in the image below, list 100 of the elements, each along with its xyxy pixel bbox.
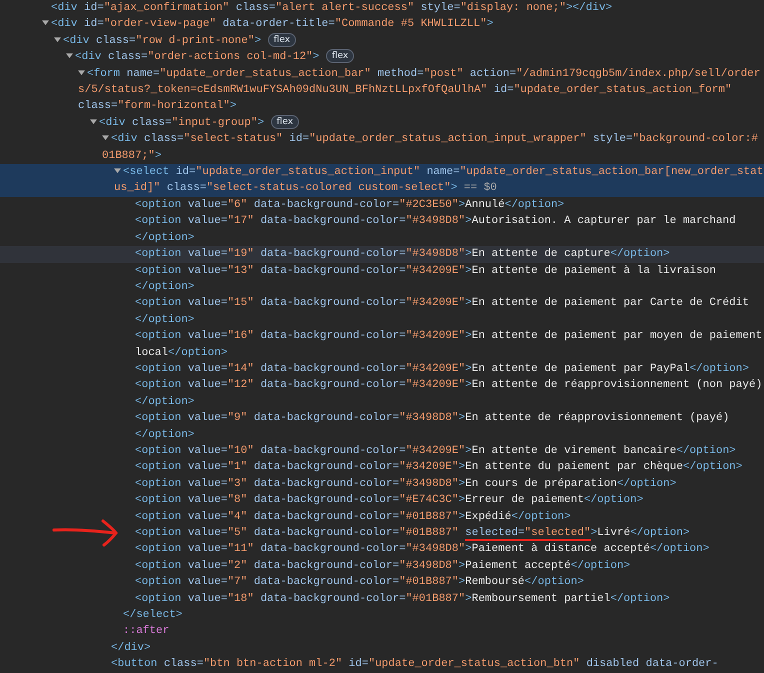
html-tag: <div: [51, 18, 78, 30]
attribute-value: "order-actions col-md-12": [148, 51, 313, 64]
attribute-value: "ajax_confirmation": [104, 2, 230, 14]
text-content: En attente de paiement à la livraison: [472, 264, 716, 276]
html-tag: >: [465, 264, 472, 276]
html-tag: </option>: [610, 592, 670, 605]
attribute-name: data-background-color=: [254, 494, 400, 506]
flex-badge[interactable]: flex: [270, 114, 300, 129]
attribute-name: data-background-color=: [254, 576, 400, 588]
text-content: En attente de réapprovisionnement (non payé): [472, 379, 762, 392]
attribute-value: "4": [227, 510, 248, 523]
html-tag: <form: [87, 68, 120, 80]
flex-badge[interactable]: flex: [326, 49, 354, 64]
attribute-name: data-background-color=: [260, 592, 406, 605]
attribute-name: id=: [289, 133, 310, 146]
html-tag: <div: [99, 116, 126, 129]
expanded-triangle-icon[interactable]: [102, 134, 109, 142]
attribute-name: data-background-color=: [260, 362, 406, 375]
html-tag: <option: [135, 444, 182, 457]
attribute-name: value=: [188, 543, 228, 556]
attribute-value: "#3498D8": [399, 560, 459, 572]
html-tag: <option: [135, 461, 182, 474]
attribute-name: id=: [494, 84, 514, 96]
html-tag: </div>: [572, 2, 612, 14]
text-content: Paiement accepté: [465, 560, 571, 572]
attribute-value: "display: none;": [460, 2, 566, 14]
html-tag: >: [458, 560, 466, 572]
attribute-name: id=: [84, 18, 104, 30]
attribute-value: "input-group": [172, 116, 258, 129]
text-content: En attente de virement bancaire: [472, 444, 676, 457]
attribute-value: "row d-print-none": [136, 34, 254, 47]
html-tag: </option>: [135, 280, 194, 293]
html-tag: </option>: [135, 428, 194, 441]
html-tag: >: [257, 116, 264, 129]
html-tag: >: [458, 494, 466, 506]
attribute-value: "#01B887": [399, 510, 459, 523]
attribute-name: class=: [166, 182, 206, 194]
html-tag: <option: [135, 576, 182, 588]
attribute-value: "11": [227, 543, 254, 556]
attribute-value: "order-view-page": [104, 18, 216, 30]
attribute-value: "#3498D8": [406, 215, 466, 228]
attribute-value: "Commande #5 KHWLILZLL": [334, 18, 487, 30]
attribute-value: "form-horizontal": [118, 100, 230, 112]
attribute-name: data-order-title=: [222, 18, 335, 30]
attribute-value: "update_order_status_action_bar[new_order_stat: [460, 166, 764, 178]
attribute-value: 01B887;": [102, 150, 155, 162]
html-tag: >: [465, 297, 472, 310]
html-tag: <option: [135, 379, 182, 392]
html-tag: >: [465, 330, 472, 342]
html-tag: <option: [135, 248, 182, 260]
text-content: En attente de paiement par moyen de paiement: [472, 330, 762, 342]
html-tag: >: [458, 576, 466, 588]
attribute-name: selected=: [465, 527, 525, 539]
attribute-value: "#34209E": [399, 461, 459, 474]
flex-badge[interactable]: flex: [268, 32, 296, 47]
expanded-triangle-icon[interactable]: [54, 36, 61, 43]
attribute-name: disabled: [586, 658, 640, 670]
attribute-value: "#34209E": [406, 297, 466, 310]
attribute-name: value=: [188, 330, 228, 342]
html-tag: <div: [51, 2, 78, 14]
attribute-value: "update_order_status_action_btn": [368, 658, 580, 670]
attribute-name: name=: [426, 166, 460, 178]
expanded-triangle-icon[interactable]: [66, 52, 73, 60]
attribute-name: class=: [144, 133, 184, 146]
attribute-value: "18": [227, 592, 254, 605]
html-tag: </option>: [168, 346, 228, 359]
html-tag: </option>: [504, 198, 564, 211]
attribute-value: us_id]": [114, 182, 160, 194]
html-tag: </option>: [616, 478, 676, 490]
expanded-triangle-icon[interactable]: [78, 68, 85, 76]
pseudo-element[interactable]: ::after: [123, 625, 170, 638]
attribute-name: id=: [84, 2, 104, 14]
html-tag: >: [312, 51, 320, 64]
html-tag: >: [465, 215, 472, 228]
expanded-triangle-icon[interactable]: [114, 167, 121, 174]
attribute-name: value=: [188, 576, 228, 588]
html-tag: </option>: [511, 510, 571, 523]
expanded-triangle-icon[interactable]: [90, 118, 97, 125]
html-tag: </option>: [690, 362, 749, 375]
attribute-name: style=: [592, 133, 633, 146]
attribute-name: data-background-color=: [260, 264, 406, 276]
attribute-value: "13": [227, 264, 254, 276]
html-tag: <button: [111, 658, 158, 670]
attribute-name: class=: [164, 658, 204, 670]
attribute-value: "#01B887": [406, 592, 466, 605]
html-tag: <div: [63, 34, 90, 47]
attribute-value: "btn btn-action ml-2": [203, 658, 342, 670]
html-tag: <option: [135, 297, 182, 310]
hovered-row[interactable]: <option value="19" data-background-color="#3498D8">En attente de capture</option>: [0, 246, 764, 262]
attribute-name: method=: [377, 68, 424, 80]
html-tag: >: [458, 412, 466, 424]
html-tag: >: [590, 527, 598, 539]
attribute-value: "alert alert-success": [275, 2, 414, 14]
selected-row[interactable]: <select id="update_order_status_action_input" name="update_order_status_action_bar[new_order_status_id]" class="select-status-colored custom-select"> == $0: [0, 164, 764, 197]
attribute-value: "#E74C3C": [399, 494, 459, 506]
html-tag: </select>: [123, 609, 182, 622]
expanded-triangle-icon[interactable]: [42, 19, 49, 26]
html-tag: >: [465, 592, 472, 605]
attribute-name: data-background-color=: [260, 543, 406, 556]
html-tag: >: [465, 248, 472, 260]
